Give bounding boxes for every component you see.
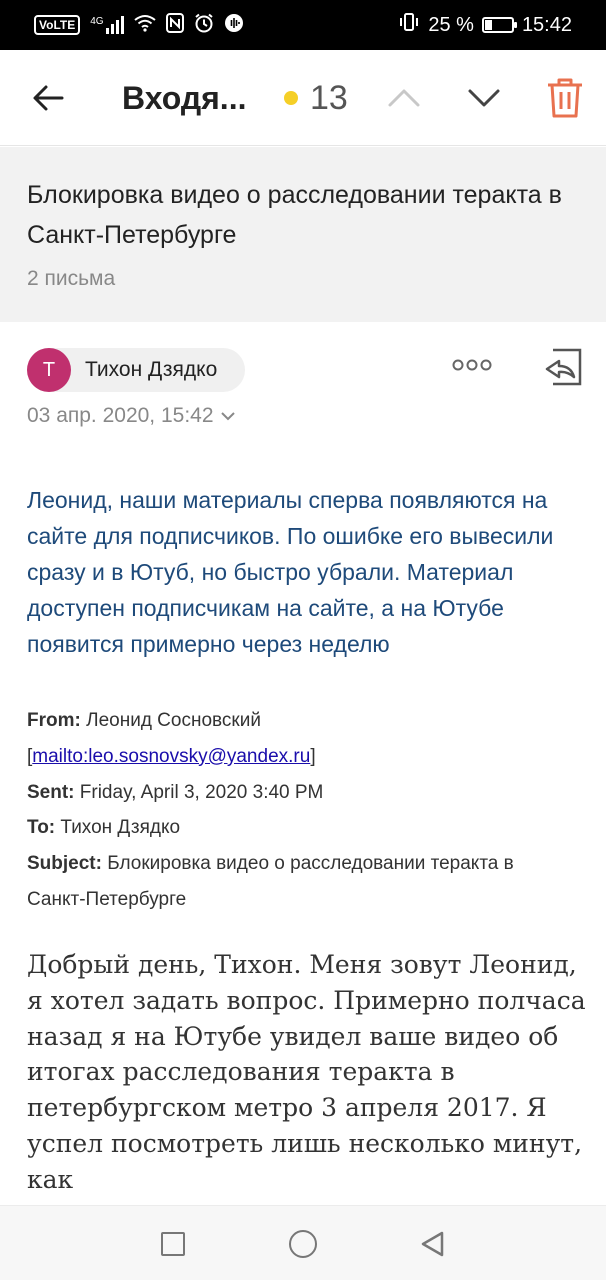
sender-chip[interactable]: Т Тихон Дзядко [27, 348, 246, 392]
nfc-icon [165, 12, 184, 38]
from-label: From: [27, 710, 81, 731]
to-label: To: [27, 817, 56, 839]
unread-dot [284, 91, 298, 105]
sound-wave-icon [224, 13, 244, 38]
battery-icon [481, 17, 517, 33]
clock: 15:42 [521, 13, 572, 36]
app-bar: Входя... 13 [0, 50, 606, 146]
mailto-link[interactable]: mailto:leo.sosnovsky@yandex.ru [32, 746, 310, 767]
back-arrow-icon[interactable] [30, 80, 66, 116]
battery-fill [484, 20, 492, 30]
message-date-text: 03 апр. 2020, 15:42 [27, 404, 214, 427]
signal-icon: 4G [90, 16, 124, 34]
volte-badge: VoLTE [34, 15, 81, 35]
quoted-from-row: From: Леонид Сосновский [27, 703, 577, 739]
chevron-down-icon[interactable] [467, 83, 501, 113]
status-bar: VoLTE 4G 25 % 15:42 [0, 0, 606, 50]
vibrate-icon [398, 12, 420, 38]
folder-title: Входя... [122, 80, 247, 116]
recents-square-icon[interactable] [161, 1232, 185, 1256]
mailto-close-bracket: ] [310, 745, 316, 767]
quoted-to-row: To: Тихон Дзядко [27, 810, 577, 846]
more-options-icon[interactable] [452, 357, 492, 373]
chevron-down-small-icon [220, 404, 236, 428]
to-value: Тихон Дзядко [60, 817, 181, 839]
home-circle-icon[interactable] [289, 1230, 317, 1258]
network-type: 4G [90, 16, 104, 27]
chevron-up-icon[interactable] [387, 83, 421, 113]
avatar: Т [27, 348, 71, 392]
quoted-sent-row: Sent: Friday, April 3, 2020 3:40 PM [27, 775, 577, 811]
quoted-mailto-row: [mailto:leo.sosnovsky@yandex.ru] [27, 739, 577, 775]
sent-label: Sent: [27, 781, 75, 803]
subject-label: Subject: [27, 853, 102, 875]
battery-percent: 25 % [428, 13, 474, 36]
message-date[interactable]: 03 апр. 2020, 15:42 [27, 404, 236, 428]
back-triangle-icon[interactable] [419, 1230, 445, 1258]
thread-subject: Блокировка видео о расследовании теракта… [27, 181, 562, 249]
sender-name: Тихон Дзядко [85, 358, 218, 381]
alarm-icon [194, 13, 214, 38]
thread-message-count: 2 письма [27, 267, 116, 290]
status-right: 25 % 15:42 [398, 12, 572, 38]
quoted-header: From: Леонид Сосновский [mailto:leo.sosn… [27, 703, 577, 918]
status-left: VoLTE 4G [34, 12, 244, 38]
wifi-icon [133, 14, 156, 37]
quoted-subject-row: Subject: Блокировка видео о расследовани… [27, 846, 577, 918]
reply-text: Леонид, наши материалы сперва появляются… [27, 487, 554, 657]
reply-icon[interactable] [543, 347, 583, 387]
message-body: Добрый день, Тихон. Меня зовут Леонид, я… [27, 950, 586, 1194]
unread-count: 13 [310, 79, 348, 117]
trash-icon[interactable] [545, 77, 585, 119]
from-value: Леонид Сосновский [86, 710, 261, 731]
thread-header: Блокировка видео о расследовании теракта… [0, 147, 606, 322]
sent-value: Friday, April 3, 2020 3:40 PM [79, 781, 324, 803]
system-nav-bar [0, 1205, 606, 1280]
